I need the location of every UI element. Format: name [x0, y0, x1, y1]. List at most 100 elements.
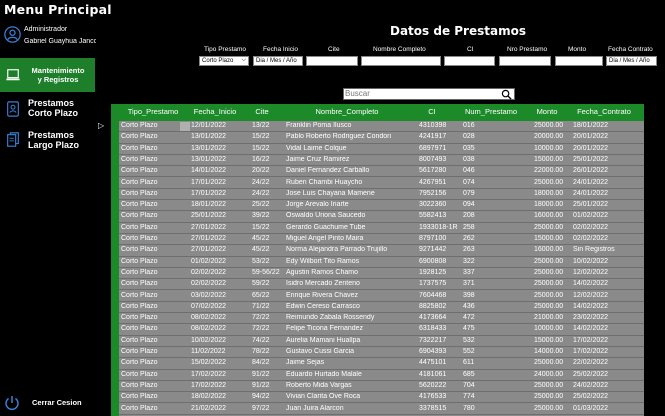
table-row[interactable]: Corto Plazo 17/01/2022 24/22 Ruben Chambi H… [119, 178, 644, 189]
table-cell[interactable]: 15000.00 [534, 235, 572, 242]
table-cell[interactable]: 15000.00 [534, 337, 572, 344]
table-cell[interactable]: 10/02/2022 [191, 337, 249, 344]
table-row[interactable]: Corto Plazo 18/01/2022 25/22 Jorge Arevalo … [119, 200, 644, 212]
table-cell[interactable]: 10000.00 [534, 325, 572, 332]
table-cell[interactable]: 208 [463, 212, 529, 219]
table-cell[interactable]: Jaime Cruz Ramirez [286, 156, 416, 163]
table-cell[interactable]: 094 [463, 201, 529, 208]
nombre-completo-input[interactable] [361, 56, 441, 66]
table-row[interactable]: Corto Plazo 27/01/2022 15/22 Gerardo Guachu… [119, 223, 644, 234]
table-cell[interactable]: 17/02/2022 [573, 337, 639, 344]
table-cell[interactable]: Ruben Chambi Huaycho [286, 179, 416, 186]
table-cell[interactable]: Corto Plazo [121, 405, 187, 412]
table-cell[interactable]: Pablo Roberto Rodriguez Condori [286, 133, 416, 140]
table-cell[interactable]: 25000.00 [534, 303, 572, 310]
table-cell[interactable]: 14/02/2022 [573, 325, 639, 332]
table-cell[interactable]: Corto Plazo [121, 156, 187, 163]
table-cell[interactable]: 25/22 [252, 201, 284, 208]
table-cell[interactable]: 15000.00 [534, 156, 572, 163]
logout-button[interactable]: Cerrar Cesion [4, 395, 99, 411]
table-cell[interactable]: Corto Plazo [121, 348, 187, 355]
table-cell[interactable]: 016 [463, 122, 529, 129]
table-cell[interactable]: Vidal Laime Colque [286, 145, 416, 152]
table-cell[interactable]: 02/02/2022 [573, 224, 639, 231]
table-cell[interactable]: Corto Plazo [121, 359, 187, 366]
table-cell[interactable]: 01/02/2022 [573, 212, 639, 219]
table-cell[interactable]: 704 [463, 382, 529, 389]
table-row[interactable]: Corto Plazo 08/02/2022 72/22 Reimundo Zabal… [119, 313, 644, 325]
table-cell[interactable]: 59-56/22 [252, 269, 284, 276]
table-cell[interactable]: Jorge Arevalo Iriarte [286, 201, 416, 208]
table-cell[interactable]: 13/01/2022 [191, 156, 249, 163]
table-cell[interactable]: 72/22 [252, 314, 284, 321]
table-cell[interactable]: Corto Plazo [121, 337, 187, 344]
table-cell[interactable]: 4176533 [419, 393, 461, 400]
table-cell[interactable]: 10/02/2022 [573, 258, 639, 265]
table-cell[interactable]: 20/22 [252, 167, 284, 174]
fecha-inicio-input[interactable]: Dia / Mes / Año [253, 56, 303, 66]
table-row[interactable]: Corto Plazo 13/01/2022 16/22 Jaime Cruz Ram… [119, 155, 644, 167]
table-cell[interactable]: 4310398 [419, 122, 461, 129]
table-cell[interactable]: 72/22 [252, 325, 284, 332]
table-cell[interactable]: 17/02/2022 [191, 382, 249, 389]
table-row[interactable]: Corto Plazo 13/01/2022 15/22 Vidal Laime Co… [119, 144, 644, 155]
table-cell[interactable]: 08/02/2022 [191, 314, 249, 321]
table-cell[interactable]: 18/02/2022 [191, 393, 249, 400]
table-cell[interactable]: 436 [463, 303, 529, 310]
table-cell[interactable]: Vivian Clarita Ove Roca [286, 393, 416, 400]
table-cell[interactable]: 24/01/2022 [573, 190, 639, 197]
col-header-nombre[interactable]: Nombre_Completo [283, 107, 411, 116]
table-cell[interactable]: Gustavo Cussi Garcia [286, 348, 416, 355]
table-cell[interactable]: Norma Alejandra Parrado Trujillo [286, 246, 416, 253]
table-cell[interactable]: 25000.00 [534, 280, 572, 287]
table-row[interactable]: Corto Plazo 27/01/2022 45/22 Miguel Angel P… [119, 234, 644, 246]
col-header-fecha-contrato[interactable]: Fecha_Contrato [569, 107, 639, 116]
table-cell[interactable]: 03/02/2022 [191, 292, 249, 299]
table-cell[interactable]: Corto Plazo [121, 393, 187, 400]
table-cell[interactable]: 27/01/2022 [191, 246, 249, 253]
table-cell[interactable]: 1737575 [419, 280, 461, 287]
col-header-cite[interactable]: Cite [249, 107, 275, 116]
table-row[interactable]: Corto Plazo 25/01/2022 39/22 Oswaldo Uriona… [119, 211, 644, 223]
table-cell[interactable]: 22000.00 [534, 167, 572, 174]
table-cell[interactable]: Corto Plazo [121, 179, 187, 186]
table-cell[interactable]: 11/02/2022 [191, 348, 249, 355]
table-cell[interactable]: Corto Plazo [121, 190, 187, 197]
table-cell[interactable]: Roberto Mida Vargas [286, 382, 416, 389]
table-cell[interactable]: Corto Plazo [121, 224, 187, 231]
table-cell[interactable]: 8797100 [419, 235, 461, 242]
table-cell[interactable]: Agustin Ramos Chamo [286, 269, 416, 276]
table-cell[interactable]: 17/02/2022 [573, 348, 639, 355]
table-cell[interactable]: 15/22 [252, 133, 284, 140]
table-cell[interactable]: 1928125 [419, 269, 461, 276]
table-cell[interactable]: 18000.00 [534, 201, 572, 208]
table-cell[interactable]: 23/02/2022 [573, 314, 639, 321]
table-cell[interactable]: 079 [463, 190, 529, 197]
table-cell[interactable]: 20/01/2022 [573, 145, 639, 152]
table-cell[interactable]: Corto Plazo [121, 371, 187, 378]
table-cell[interactable]: 24/02/2022 [573, 382, 639, 389]
table-cell[interactable]: Corto Plazo [121, 145, 187, 152]
table-cell[interactable]: 27/01/2022 [191, 224, 249, 231]
table-cell[interactable]: 91/22 [252, 382, 284, 389]
table-cell[interactable]: 3022360 [419, 201, 461, 208]
table-cell[interactable]: 01/03/2022 [573, 405, 639, 412]
table-cell[interactable]: 25000.00 [534, 359, 572, 366]
table-cell[interactable]: 398 [463, 292, 529, 299]
table-cell[interactable]: 24/22 [252, 190, 284, 197]
table-cell[interactable]: Corto Plazo [121, 303, 187, 310]
table-cell[interactable]: 18/01/2022 [573, 122, 639, 129]
monto-input[interactable] [555, 56, 603, 66]
table-cell[interactable]: 21000.00 [534, 314, 572, 321]
table-cell[interactable]: 4241917 [419, 133, 461, 140]
table-cell[interactable]: 15/02/2022 [191, 359, 249, 366]
table-cell[interactable]: 20000.00 [534, 133, 572, 140]
table-cell[interactable]: Corto Plazo [121, 280, 187, 287]
table-cell[interactable]: 337 [463, 269, 529, 276]
nav-mantenimiento[interactable]: Mantenimiento y Registros [0, 58, 95, 92]
table-cell[interactable]: 17/01/2022 [191, 179, 249, 186]
table-row[interactable]: Corto Plazo 02/02/2022 59-56/22 Agustin Ram… [119, 268, 644, 280]
table-cell[interactable]: Corto Plazo [121, 167, 187, 174]
table-cell[interactable]: 07/02/2022 [191, 303, 249, 310]
table-cell[interactable]: 16/22 [252, 156, 284, 163]
